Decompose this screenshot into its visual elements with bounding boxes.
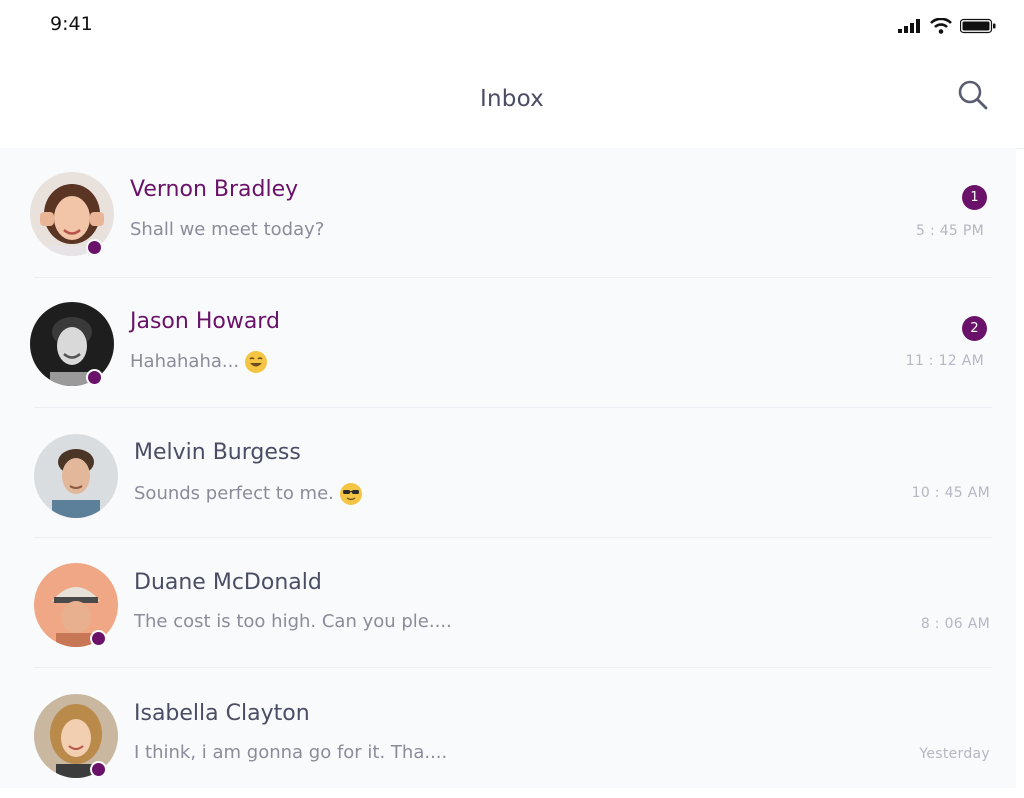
conversation-row-isabella-clayton[interactable]: Isabella Clayton I think, i am gonna go … [0,668,1016,798]
battery-icon [960,18,996,34]
message-preview: I think, i am gonna go for it. Tha.... [134,742,448,763]
message-time: 8 : 06 AM [920,616,990,632]
cellular-signal-icon [898,19,920,33]
laughing-emoji-icon [245,351,268,373]
conversation-row-duane-mcdonald[interactable]: Duane McDonald The cost is too high. Can… [0,538,1016,668]
contact-name: Melvin Burgess [134,440,301,465]
message-time: 11 : 12 AM [905,353,984,369]
message-time: 10 : 45 AM [911,485,990,501]
status-time: 9:41 [50,13,93,35]
unread-badge: 1 [962,185,987,210]
message-preview: The cost is too high. Can you ple.... [134,611,452,632]
online-indicator [86,369,103,386]
conversation-row-vernon-bradley[interactable]: Vernon Bradley Shall we meet today? 1 5 … [0,148,1016,278]
contact-name: Jason Howard [130,309,280,334]
online-indicator [90,630,107,647]
contact-name: Vernon Bradley [130,177,299,202]
sunglasses-emoji-icon [339,483,362,505]
search-icon [958,80,988,110]
conversation-row-melvin-burgess[interactable]: Melvin Burgess Sounds perfect to me. 10 … [0,408,1016,538]
avatar [34,434,118,518]
message-preview: Hahahaha... [130,351,268,373]
conversation-row-jason-howard[interactable]: Jason Howard Hahahaha... 2 11 : 12 AM [0,278,1016,408]
message-time: Yesterday [919,746,990,762]
contact-name: Isabella Clayton [134,701,310,726]
message-preview: Sounds perfect to me. [134,483,362,505]
status-icons [898,18,996,34]
unread-badge: 2 [962,316,987,341]
message-preview: Shall we meet today? [130,219,325,240]
contact-name: Duane McDonald [134,570,322,595]
page-title: Inbox [480,86,544,112]
conversation-list: Vernon Bradley Shall we meet today? 1 5 … [0,148,1016,788]
online-indicator [90,761,107,778]
message-time: 5 : 45 PM [915,223,984,239]
search-button[interactable] [956,78,990,112]
online-indicator [86,239,103,256]
wifi-icon [930,18,952,34]
app-header: Inbox [0,56,1024,149]
status-bar: 9:41 [0,0,1024,56]
